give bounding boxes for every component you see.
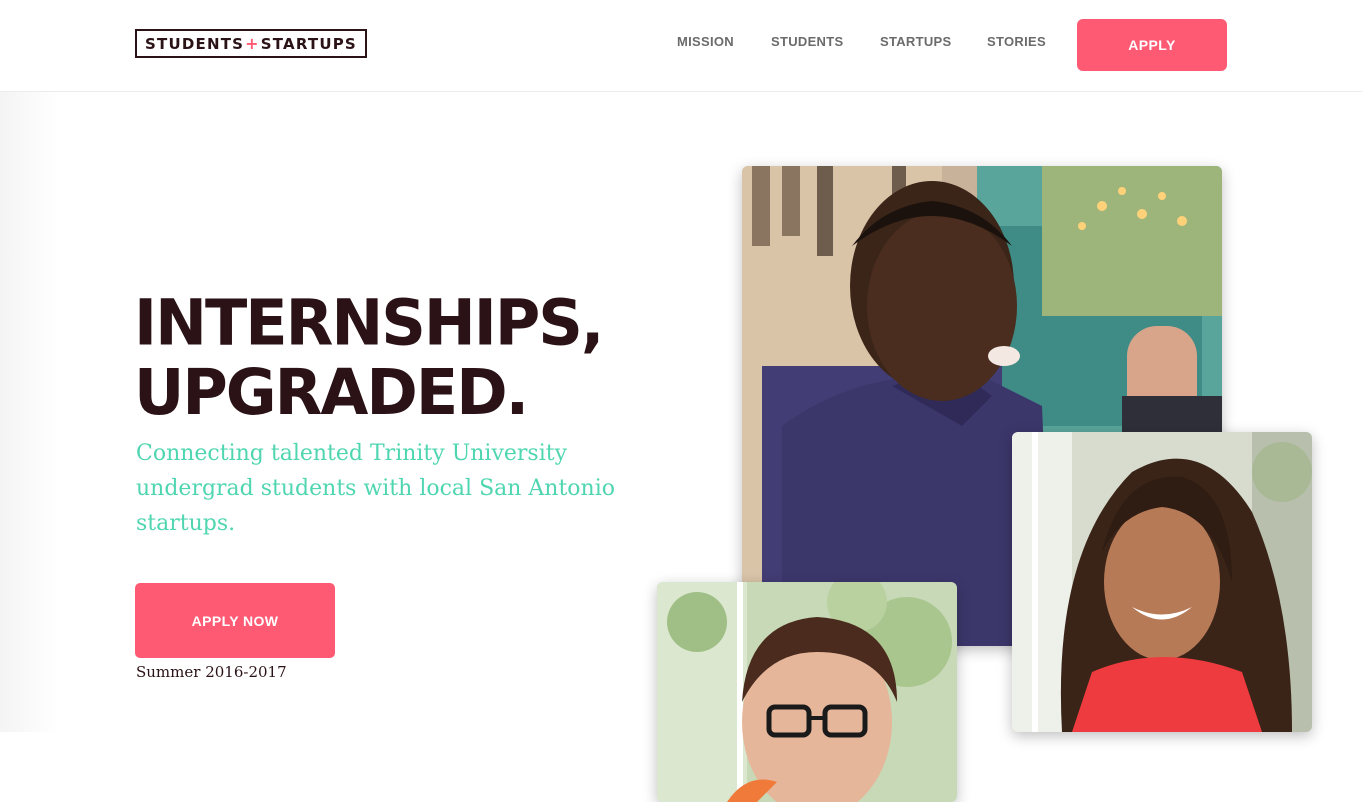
logo-plus-icon: + — [245, 34, 260, 53]
apply-now-button[interactable]: APPLY NOW — [135, 583, 335, 658]
apply-button[interactable]: APPLY — [1077, 19, 1227, 71]
site-logo[interactable]: STUDENTS + STARTUPS — [135, 29, 367, 58]
site-header: STUDENTS + STARTUPS MISSION STUDENTS STA… — [0, 0, 1362, 92]
logo-text-startups: STARTUPS — [260, 34, 357, 53]
season-label: Summer 2016-2017 — [136, 663, 287, 681]
nav-item-startups[interactable]: STARTUPS — [880, 34, 952, 49]
hero-headline: INTERNSHIPS, UPGRADED. — [134, 285, 604, 430]
student-photo-woman-red-top — [1012, 432, 1312, 732]
nav-item-students[interactable]: STUDENTS — [771, 34, 843, 49]
student-photo-man-glasses — [657, 582, 957, 802]
logo-text-students: STUDENTS — [145, 34, 245, 53]
headline-line-1: INTERNSHIPS, — [134, 285, 604, 361]
hero-subtext: Connecting talented Trinity University u… — [136, 441, 616, 536]
headline-line-2: UPGRADED. — [134, 354, 529, 430]
nav-item-stories[interactable]: STORIES — [987, 34, 1046, 49]
nav-item-mission[interactable]: MISSION — [677, 34, 734, 49]
left-edge-shadow — [0, 92, 60, 732]
